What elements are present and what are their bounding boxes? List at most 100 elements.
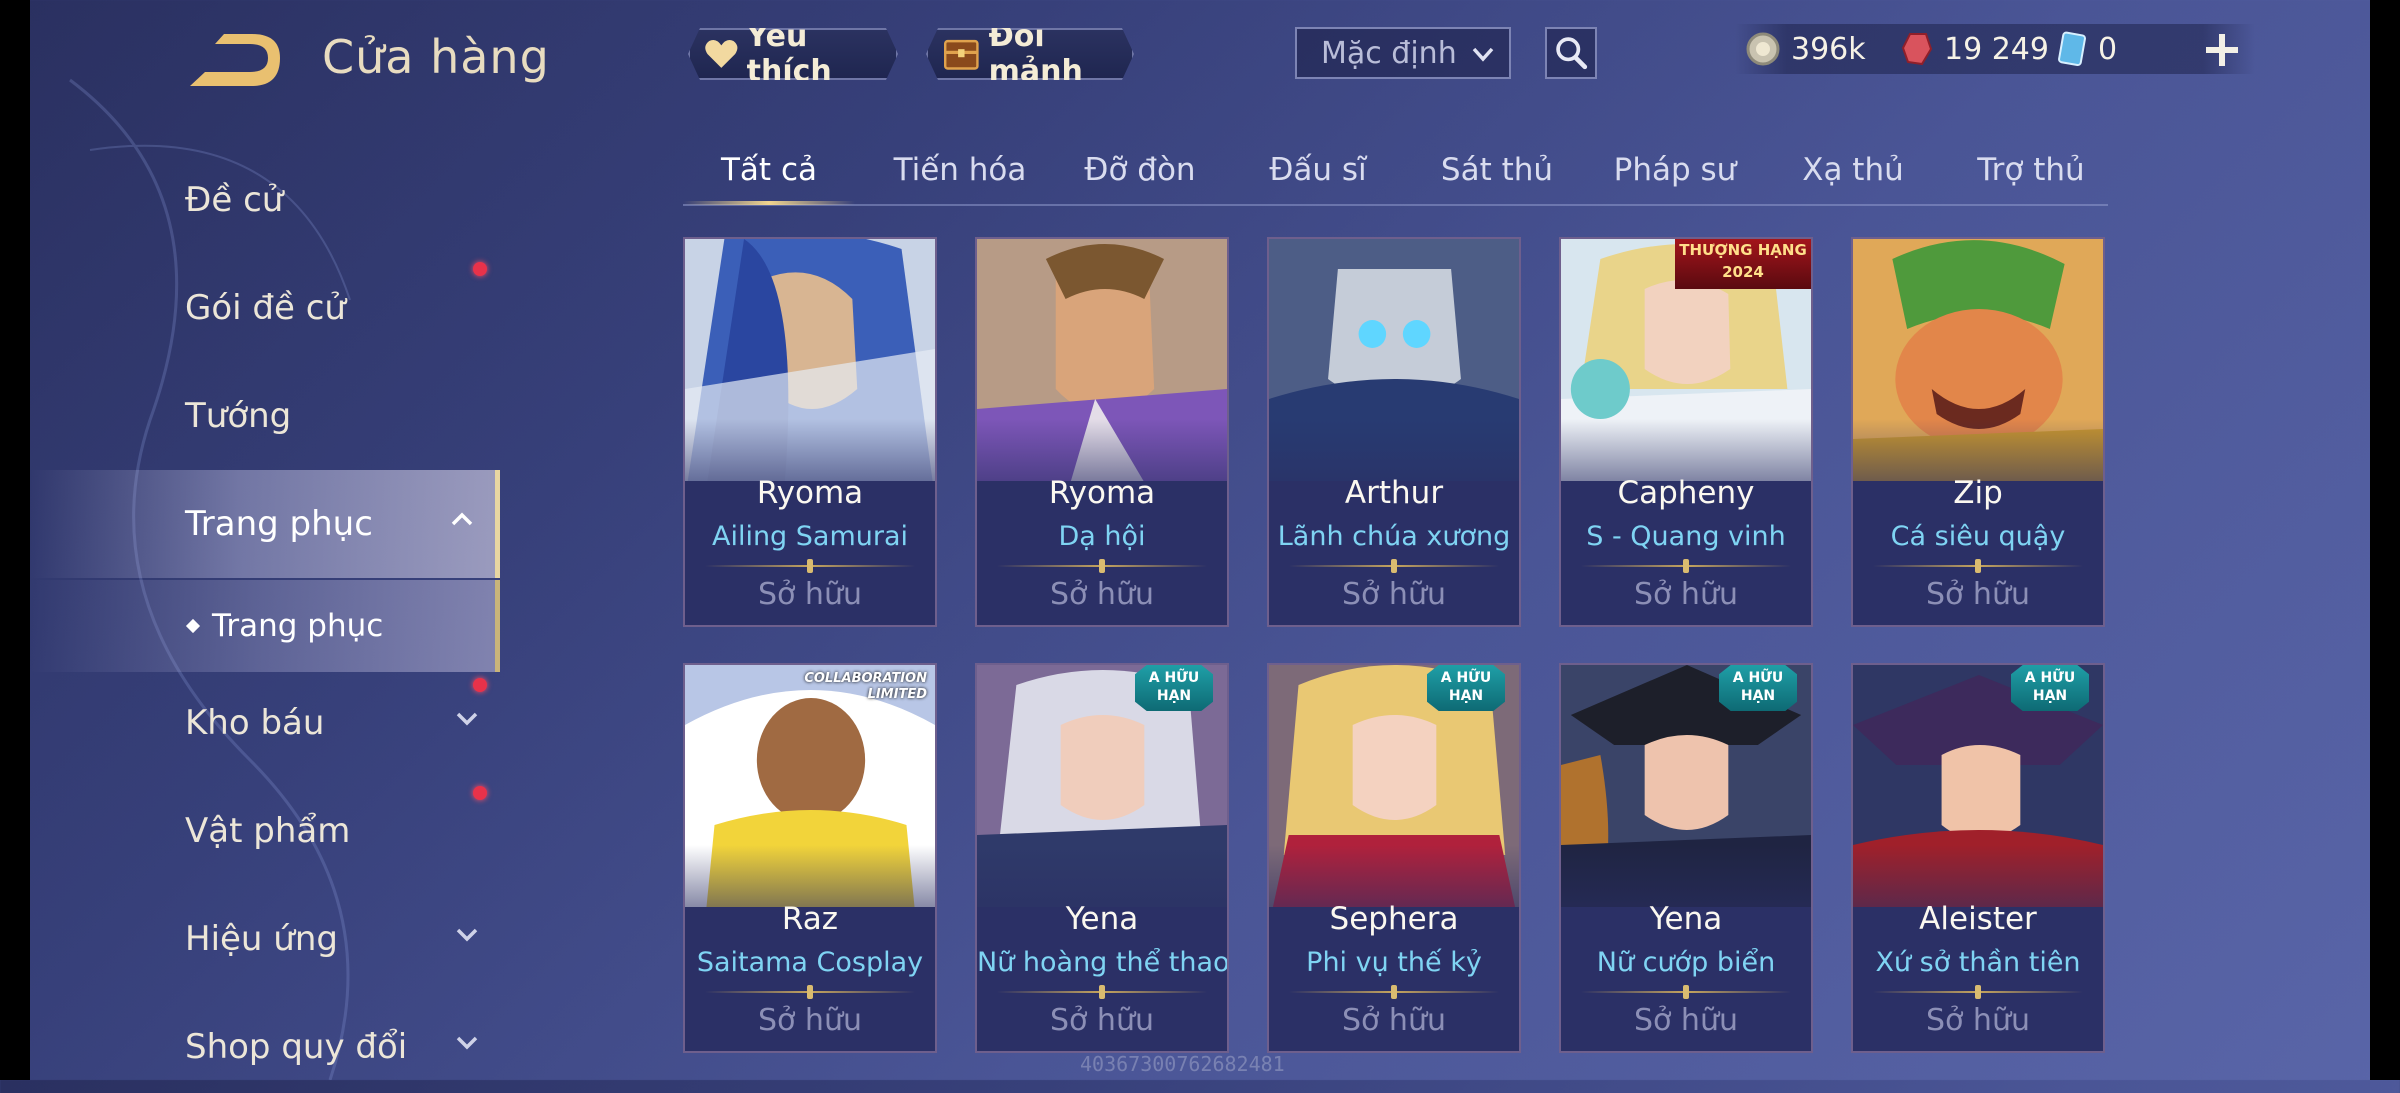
search-icon[interactable]: [1545, 27, 1597, 79]
sidebar-item-skins[interactable]: Trang phục: [30, 470, 500, 578]
skin-name: Nữ hoàng thể thao: [977, 947, 1229, 978]
chevron-down-icon: [456, 928, 478, 942]
sidebar-item-label: Gói đề cử: [185, 288, 346, 328]
sidebar-item-recommended[interactable]: Đề cử: [30, 154, 500, 246]
sort-dropdown-value: Mặc định: [1321, 35, 1457, 71]
skin-card[interactable]: A HỮU HẠN Aleister Xứ sở thần tiên Sở hữ…: [1851, 663, 2105, 1053]
skin-card[interactable]: THƯỢNG HẠNG 2024 Capheny S - Quang vinh …: [1559, 237, 1813, 627]
sidebar-item-recommended-packs[interactable]: Gói đề cử: [30, 262, 500, 354]
hero-name: Raz: [781, 901, 839, 937]
sidebar-item-exchange-shop[interactable]: Shop quy đổi: [30, 1001, 500, 1093]
limited-badge-text: A HỮU HẠN: [2024, 670, 2076, 704]
bullet-icon: [185, 618, 201, 634]
heart-icon: [704, 36, 739, 72]
tab-label: Trợ thủ: [1977, 152, 2085, 188]
limited-badge: A HỮU HẠN: [1427, 665, 1505, 711]
sidebar-item-heroes[interactable]: Tướng: [30, 370, 500, 462]
gold-coin-icon: [1746, 32, 1780, 66]
skin-name: Phi vụ thế kỷ: [1306, 947, 1482, 978]
chevron-down-icon: [456, 1036, 478, 1050]
tab-evolution[interactable]: Tiến hóa: [875, 140, 1045, 202]
owned-status: Sở hữu: [1926, 577, 2030, 612]
favorites-button[interactable]: Yêu thích: [688, 28, 898, 80]
tab-fighter[interactable]: Đấu sĩ: [1233, 140, 1403, 202]
card-divider: [1289, 991, 1499, 993]
tab-label: Tất cả: [721, 152, 817, 188]
hero-name: Yena: [1065, 901, 1139, 937]
skin-card[interactable]: COLLABORATION LIMITED Raz Saitama Cospla…: [683, 663, 937, 1053]
hero-name: Aleister: [1919, 901, 2037, 937]
limited-badge-text: A HỮU HẠN: [1440, 670, 1492, 704]
tab-mage[interactable]: Pháp sư: [1590, 140, 1760, 202]
exchange-shards-button[interactable]: Đổi mảnh: [926, 28, 1134, 80]
card-divider: [1289, 565, 1499, 567]
tab-label: Đỡ đòn: [1084, 152, 1196, 188]
hero-name: Yena: [1649, 901, 1723, 937]
skin-card[interactable]: Arthur Lãnh chúa xương Sở hữu: [1267, 237, 1521, 627]
sort-dropdown[interactable]: Mặc định: [1295, 27, 1511, 79]
card-divider: [705, 991, 915, 993]
hero-name: Sephera: [1329, 901, 1459, 937]
limited-badge: A HỮU HẠN: [1719, 665, 1797, 711]
hero-name: Ryoma: [756, 475, 864, 511]
sidebar-item-treasure[interactable]: Kho báu: [30, 677, 500, 769]
sidebar-item-label: Trang phục: [185, 504, 373, 544]
skin-name: Ailing Samurai: [711, 521, 909, 552]
tab-label: Tiến hóa: [893, 152, 1027, 188]
skin-name: Cá siêu quậy: [1890, 521, 2066, 552]
owned-status: Sở hữu: [1050, 577, 1154, 612]
card-divider: [1873, 565, 2083, 567]
skin-card[interactable]: Ryoma Dạ hội Sở hữu: [975, 237, 1229, 627]
limited-badge-text: A HỮU HẠN: [1732, 670, 1784, 704]
limited-badge: A HỮU HẠN: [2011, 665, 2089, 711]
skin-name: Lãnh chúa xương: [1277, 521, 1511, 552]
skin-card[interactable]: Zip Cá siêu quậy Sở hữu: [1851, 237, 2105, 627]
owned-status: Sở hữu: [1634, 1003, 1738, 1038]
chevron-down-icon: [1472, 47, 1494, 62]
card-divider: [997, 565, 1207, 567]
sidebar-subitem-skins[interactable]: Trang phục: [30, 580, 500, 672]
red-gem-icon: [1901, 33, 1933, 66]
chevron-up-icon: [451, 512, 473, 526]
gold-amount: 396k: [1791, 31, 1866, 67]
owned-status: Sở hữu: [1342, 577, 1446, 612]
skin-card[interactable]: A HỮU HẠN Sephera Phi vụ thế kỷ Sở hữu: [1267, 663, 1521, 1053]
tab-label: Pháp sư: [1613, 152, 1737, 188]
skin-name: Dạ hội: [1058, 521, 1146, 552]
tab-assassin[interactable]: Sát thủ: [1412, 140, 1582, 202]
plus-icon[interactable]: [2200, 28, 2244, 72]
page-title: Cửa hàng: [322, 30, 550, 84]
skin-card[interactable]: A HỮU HẠN Yena Nữ hoàng thể thao Sở hữu: [975, 663, 1229, 1053]
notification-dot: [473, 262, 487, 276]
sidebar-item-items[interactable]: Vật phẩm: [30, 785, 500, 877]
tab-all[interactable]: Tất cả: [683, 140, 855, 205]
back-arrow-icon[interactable]: [180, 28, 285, 94]
coupon-currency: 19 249: [1900, 26, 2049, 72]
voucher-card-icon: [2058, 31, 2086, 67]
user-id-watermark: 40367300762682481: [1080, 1052, 1285, 1076]
sidebar-nav: Đề cử Gói đề cử Tướng Trang phục Trang p…: [30, 150, 500, 1080]
coupon-amount: 19 249: [1944, 31, 2049, 67]
tab-label: Sát thủ: [1440, 152, 1554, 188]
card-divider: [1873, 991, 2083, 993]
tab-marksman[interactable]: Xạ thủ: [1768, 140, 1938, 202]
skin-card[interactable]: Ryoma Ailing Samurai Sở hữu: [683, 237, 937, 627]
card-divider: [1581, 991, 1791, 993]
tab-tank[interactable]: Đỡ đòn: [1055, 140, 1225, 202]
skin-name: S - Quang vinh: [1586, 521, 1786, 552]
treasure-chest-icon: [942, 32, 981, 76]
hero-name: Ryoma: [1048, 475, 1156, 511]
tab-support[interactable]: Trợ thủ: [1946, 140, 2116, 202]
skin-card[interactable]: A HỮU HẠN Yena Nữ cướp biển Sở hữu: [1559, 663, 1813, 1053]
card-divider: [997, 991, 1207, 993]
sidebar-item-effects[interactable]: Hiệu ứng: [30, 893, 500, 985]
owned-status: Sở hữu: [1342, 1003, 1446, 1038]
sidebar-item-label: Tướng: [185, 396, 292, 436]
owned-status: Sở hữu: [758, 577, 862, 612]
gold-currency: 396k: [1745, 26, 1866, 72]
owned-status: Sở hữu: [1050, 1003, 1154, 1038]
hero-name: Zip: [1953, 475, 2003, 511]
skin-name: Saitama Cosplay: [696, 947, 924, 978]
limited-badge-text: A HỮU HẠN: [1148, 670, 1200, 704]
category-tabs: Tất cả Tiến hóa Đỡ đòn Đấu sĩ Sát thủ Ph…: [683, 140, 2108, 206]
